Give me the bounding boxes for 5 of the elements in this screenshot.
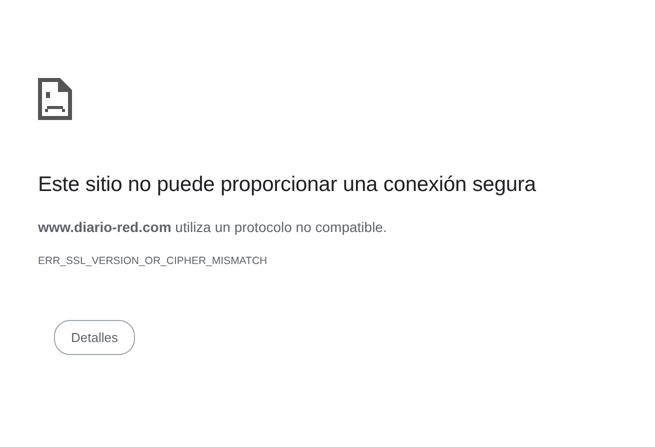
details-button[interactable]: Detalles: [54, 320, 135, 356]
sad-page-icon: [38, 78, 72, 120]
error-code: ERR_SSL_VERSION_OR_CIPHER_MISMATCH: [38, 254, 268, 270]
error-heading: Este sitio no puede proporcionar una conexión segura: [38, 172, 537, 198]
error-message: www.diario-red.com utiliza un protocolo no compatible.: [38, 218, 388, 238]
